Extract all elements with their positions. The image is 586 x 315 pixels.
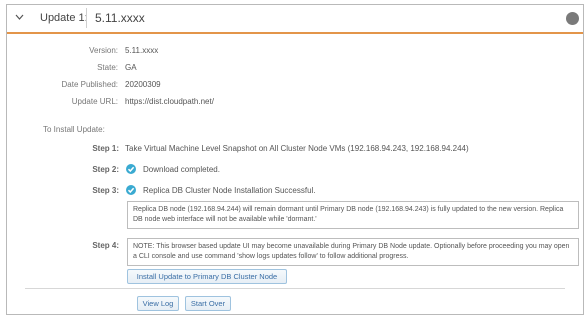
header-divider bbox=[86, 8, 87, 28]
step2-text: Download completed. bbox=[143, 165, 220, 174]
section-divider bbox=[25, 288, 565, 289]
date-published-label: Date Published: bbox=[61, 80, 118, 89]
step2-label: Step 2: bbox=[92, 165, 119, 174]
install-heading: To Install Update: bbox=[43, 125, 105, 134]
update-panel: Update 1: 5.11.xxxx Version: 5.11.xxxx S… bbox=[6, 4, 584, 315]
step3-label: Step 3: bbox=[92, 186, 119, 195]
date-published-value: 20200309 bbox=[125, 80, 161, 89]
install-primary-button[interactable]: Install Update to Primary DB Cluster Nod… bbox=[127, 269, 287, 284]
check-icon bbox=[126, 185, 136, 195]
view-log-button[interactable]: View Log bbox=[137, 296, 179, 311]
update-url-value: https://dist.cloudpath.net/ bbox=[125, 97, 214, 106]
update-header-label: Update 1: bbox=[40, 12, 88, 24]
update-url-label: Update URL: bbox=[71, 97, 118, 106]
step1-label: Step 1: bbox=[92, 144, 119, 153]
step1-text: Take Virtual Machine Level Snapshot on A… bbox=[125, 144, 469, 153]
step4-label: Step 4: bbox=[92, 241, 119, 250]
version-value: 5.11.xxxx bbox=[125, 46, 159, 55]
status-circle-icon bbox=[566, 12, 579, 25]
version-label: Version: bbox=[89, 46, 118, 55]
start-over-button[interactable]: Start Over bbox=[185, 296, 231, 311]
check-icon bbox=[126, 164, 136, 174]
state-label: State: bbox=[97, 63, 118, 72]
step3-text: Replica DB Cluster Node Installation Suc… bbox=[143, 186, 316, 195]
step4-note-box: NOTE: This browser based update UI may b… bbox=[127, 238, 579, 266]
update-header-version: 5.11.xxxx bbox=[95, 11, 145, 25]
state-value: GA bbox=[125, 63, 137, 72]
step3-note-box: Replica DB node (192.168.94.244) will re… bbox=[127, 201, 579, 229]
chevron-down-icon[interactable] bbox=[15, 14, 24, 22]
update-header[interactable]: Update 1: 5.11.xxxx bbox=[7, 5, 583, 34]
